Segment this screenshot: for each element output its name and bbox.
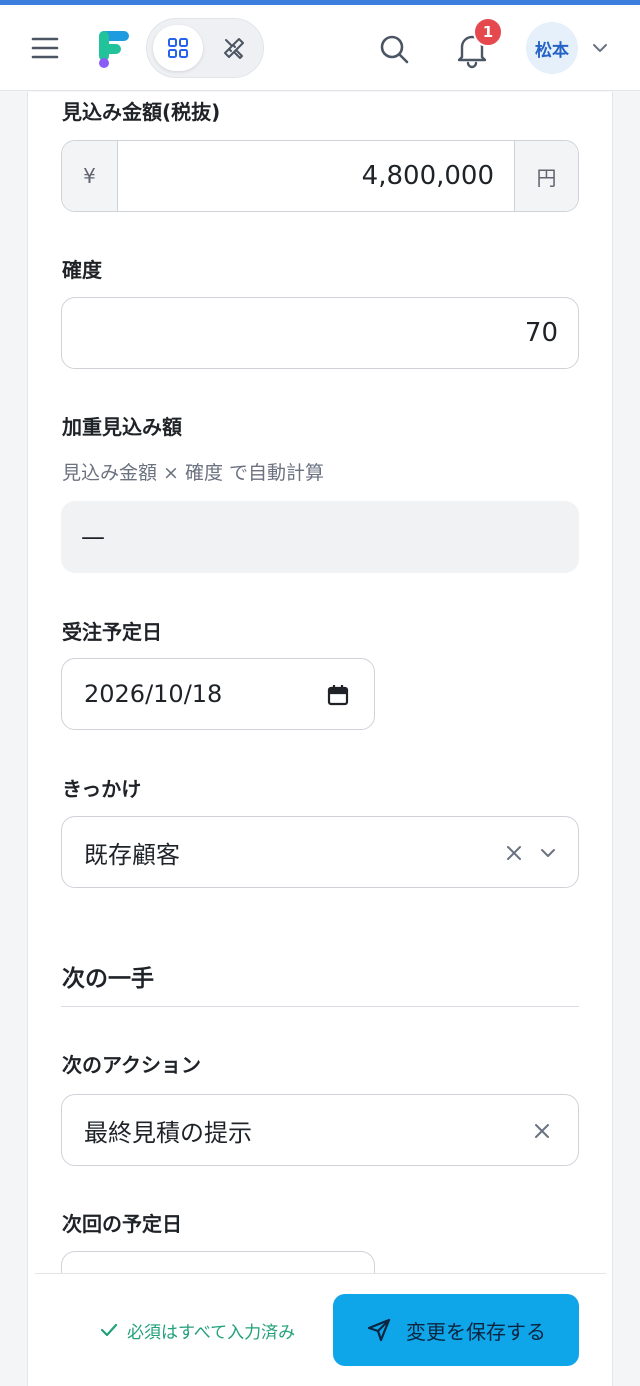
save-footer: 必須はすべて入力済み 変更を保存する bbox=[35, 1273, 606, 1386]
save-button[interactable]: 変更を保存する bbox=[333, 1294, 579, 1366]
expected-amount-value: 4,800,000 bbox=[361, 161, 494, 191]
next-action-label: 次のアクション bbox=[62, 1053, 201, 1077]
trigger-value: 既存顧客 bbox=[84, 840, 180, 869]
next-action-value: 最終見積の提示 bbox=[84, 1118, 252, 1147]
search-icon bbox=[380, 35, 409, 64]
menu-icon[interactable] bbox=[30, 34, 62, 62]
notification-badge: 1 bbox=[473, 17, 503, 47]
calendar-icon[interactable] bbox=[324, 681, 352, 709]
send-icon bbox=[367, 1318, 391, 1342]
app-header: 1 松本 bbox=[0, 5, 640, 91]
close-date-label: 受注予定日 bbox=[62, 620, 162, 644]
chevron-down-icon[interactable] bbox=[590, 38, 610, 58]
view-switcher bbox=[146, 18, 264, 78]
grid-view-button[interactable] bbox=[153, 25, 203, 71]
probability-value: 70 bbox=[524, 318, 558, 348]
expected-amount-label: 見込み金額(税抜) bbox=[62, 100, 221, 124]
section-divider bbox=[61, 1006, 579, 1007]
tools-view-button[interactable] bbox=[209, 25, 259, 71]
next-step-section-title: 次の一手 bbox=[62, 966, 154, 992]
clear-icon[interactable] bbox=[530, 1119, 554, 1143]
check-icon bbox=[100, 1323, 118, 1337]
expected-amount-field[interactable]: ¥ 4,800,000 円 bbox=[61, 140, 579, 212]
next-date-label: 次回の予定日 bbox=[62, 1212, 182, 1236]
validation-status: 必須はすべて入力済み bbox=[99, 1304, 295, 1356]
app-logo[interactable] bbox=[96, 29, 132, 69]
search-button[interactable] bbox=[376, 31, 412, 67]
weighted-amount-value: — bbox=[61, 501, 579, 573]
save-button-label: 変更を保存する bbox=[406, 1319, 546, 1344]
tools-icon bbox=[224, 38, 244, 59]
next-action-input[interactable]: 最終見積の提示 bbox=[61, 1094, 579, 1166]
weighted-amount-hint: 見込み金額 × 確度 で自動計算 bbox=[62, 462, 325, 484]
probability-label: 確度 bbox=[62, 258, 102, 282]
user-avatar[interactable]: 松本 bbox=[526, 22, 578, 74]
currency-prefix: ¥ bbox=[62, 141, 118, 211]
trigger-select[interactable]: 既存顧客 bbox=[61, 816, 579, 888]
currency-suffix: 円 bbox=[514, 141, 578, 211]
form-card bbox=[27, 92, 613, 1386]
weighted-amount-label: 加重見込み額 bbox=[62, 415, 182, 439]
clear-icon[interactable] bbox=[502, 841, 526, 865]
chevron-down-icon[interactable] bbox=[536, 841, 560, 865]
validation-status-text: 必須はすべて入力済み bbox=[127, 1322, 296, 1343]
close-date-value: 2026/10/18 bbox=[84, 680, 223, 708]
probability-field[interactable]: 70 bbox=[61, 297, 579, 369]
grid-icon bbox=[168, 38, 188, 58]
close-date-input[interactable]: 2026/10/18 bbox=[61, 658, 375, 730]
trigger-label: きっかけ bbox=[62, 777, 142, 801]
